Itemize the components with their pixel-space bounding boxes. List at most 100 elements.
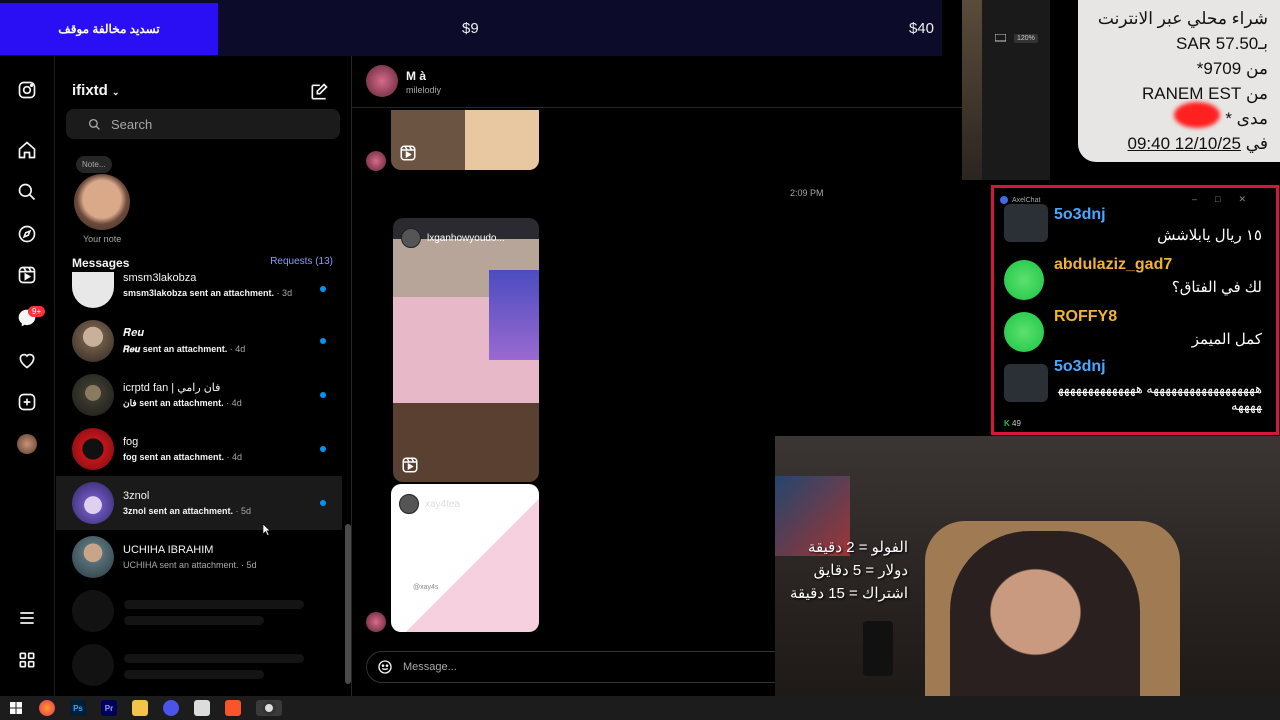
inbox-scrollbar[interactable] (344, 276, 352, 688)
reel-tv-screen (489, 270, 539, 360)
messages-badge: 9+ (28, 306, 46, 317)
notifications-icon[interactable] (17, 350, 37, 370)
reels-icon[interactable] (17, 265, 37, 285)
photoshop-icon[interactable]: Ps (70, 700, 86, 716)
reels-icon (402, 457, 418, 473)
background-window-strip (962, 0, 982, 180)
conversation-row[interactable]: 3znol 3znol sent an attachment. · 5d (56, 476, 342, 530)
display-icon[interactable] (995, 34, 1006, 43)
firefox-icon[interactable] (39, 700, 55, 716)
payment-notification: شراء محلي عبر الانترنت بـSAR 57.50 من 97… (1078, 0, 1280, 162)
chat-name: M à (406, 69, 427, 83)
conversation-row[interactable]: fog fog sent an attachment. · 4d (56, 422, 342, 476)
avatar (72, 272, 114, 308)
message-input[interactable]: Message... (366, 651, 806, 683)
conversation-name: 𝑹𝒆𝒖 (123, 327, 145, 339)
shared-reel[interactable] (391, 110, 539, 170)
brave-icon[interactable] (225, 700, 241, 716)
account-switcher[interactable]: ifixtd ⌄ (72, 82, 120, 99)
search-input[interactable]: Search (66, 109, 340, 139)
profile-avatar[interactable] (17, 434, 37, 454)
note-bubble[interactable]: Note... (76, 156, 112, 173)
requests-link[interactable]: Requests (13) (270, 256, 333, 267)
chat-avatar (1004, 260, 1044, 300)
rule-line: اشتراك = 15 دقيقة (790, 585, 909, 602)
avatar (72, 320, 114, 362)
shared-reel[interactable]: lxganhowyoudo... (393, 218, 539, 482)
nav-rail: 9+ (0, 56, 55, 696)
chat-avatar (1004, 364, 1048, 402)
conversation-name: fog (123, 436, 139, 448)
sender-avatar[interactable] (366, 612, 386, 632)
avatar (72, 428, 114, 470)
conversation-row[interactable]: icrptd fan | فان رامي فان sent an attachm… (56, 368, 342, 422)
conversation-preview: fog sent an attachment. · 4d (123, 452, 243, 462)
chat-text: لك في الفتاق؟ (1171, 279, 1262, 296)
calendar-icon[interactable] (194, 700, 210, 716)
conversation-list: smsm3lakobza smsm3lakobza sent an attachm… (56, 270, 342, 692)
webcam-overlay: الفولو = 2 دقيقة دولار = 5 دقايق اشتراك … (775, 436, 1280, 696)
windows-icon[interactable] (8, 700, 24, 716)
menu-icon[interactable] (17, 608, 37, 628)
reels-icon (400, 607, 416, 623)
instagram-icon[interactable] (17, 80, 37, 100)
notice-line: من 9709* (1196, 59, 1268, 78)
unread-dot (320, 392, 326, 398)
conversation-preview: smsm3lakobza sent an attachment. · 3d (123, 288, 293, 298)
banner-offer-label: تسديد مخالفة موقف (0, 3, 218, 55)
conversation-name: 3znol (123, 490, 150, 502)
conversation-preview: فان sent an attachment. · 4d (123, 398, 242, 408)
axelchat-window: AxelChat –□✕ 5o3dnj ١٥ ريال يابلاشش abdu… (991, 185, 1279, 435)
sender-avatar[interactable] (366, 151, 386, 171)
chat-message: 5o3dnj ههههههههههههههههههه ههههههههههههه… (1004, 358, 1272, 418)
chat-message: abdulaziz_gad7 لك في الفتاق؟ (1004, 256, 1272, 304)
chat-text: ههههههههههههههههههه ههههههههههههههههههه (1057, 381, 1262, 413)
file-explorer-icon[interactable] (132, 700, 148, 716)
search-placeholder: Search (111, 116, 153, 132)
conversation-row[interactable]: UCHIHA IBRAHIM UCHIHA sent an attachment.… (56, 530, 342, 584)
home-icon[interactable] (17, 140, 37, 160)
streamer (950, 531, 1140, 696)
compose-icon[interactable] (309, 82, 329, 102)
zoom-level[interactable]: 120% (1014, 34, 1038, 43)
conversation-row[interactable]: 𝑹𝒆𝒖 𝑹𝒆𝒖 sent an attachment. · 4d (56, 314, 342, 368)
conversation-name: smsm3lakobza (123, 272, 197, 284)
message-placeholder: Message... (403, 661, 457, 673)
premiere-icon[interactable]: Pr (101, 700, 117, 716)
chat-text: ١٥ ريال يابلاشش (1157, 227, 1262, 244)
browser-toolbar-fragment: 120% (982, 0, 1050, 180)
notice-line: مدى * (1225, 109, 1268, 128)
reel-author: xay4tea (399, 494, 460, 514)
more-icon[interactable] (17, 650, 37, 670)
media-icon[interactable] (163, 700, 179, 716)
unread-dot (320, 446, 326, 452)
emoji-icon[interactable] (377, 659, 393, 675)
chat-avatar[interactable] (366, 65, 398, 97)
chat-username: abdulaziz_gad7 (1054, 256, 1173, 273)
conversation-name: UCHIHA IBRAHIM (123, 544, 214, 556)
conversation-preview: UCHIHA sent an attachment. · 5d (123, 560, 257, 570)
chat-username: ROFFY8 (1054, 308, 1118, 325)
chat-message: ROFFY8 كمل الميمز (1004, 308, 1272, 356)
scrollbar-thumb[interactable] (345, 524, 351, 684)
shared-reel[interactable]: xay4tea @xay4s (391, 484, 539, 632)
account-username: ifixtd (72, 82, 108, 99)
create-icon[interactable] (17, 392, 37, 412)
axelchat-title: AxelChat (1000, 196, 1040, 204)
avatar (72, 536, 114, 578)
explore-icon[interactable] (17, 224, 37, 244)
notice-line: بـSAR 57.50 (1176, 34, 1268, 53)
chat-username: 5o3dnj (1054, 206, 1106, 223)
obs-icon[interactable] (256, 700, 282, 716)
conversation-row[interactable]: smsm3lakobza smsm3lakobza sent an attachm… (56, 270, 342, 314)
chat-header[interactable]: M à milelodiy (352, 56, 962, 108)
viewer-count: K 49 (1004, 419, 1021, 428)
chat-handle: milelodiy (406, 85, 442, 95)
note-avatar[interactable] (74, 174, 130, 230)
redaction-mark (1174, 102, 1220, 128)
unread-dot (320, 286, 326, 292)
inbox-panel: ifixtd ⌄ Search Note... Your note Messag… (56, 56, 352, 696)
chat-text: كمل الميمز (1191, 331, 1262, 348)
search-icon[interactable] (17, 182, 37, 202)
avatar (72, 374, 114, 416)
